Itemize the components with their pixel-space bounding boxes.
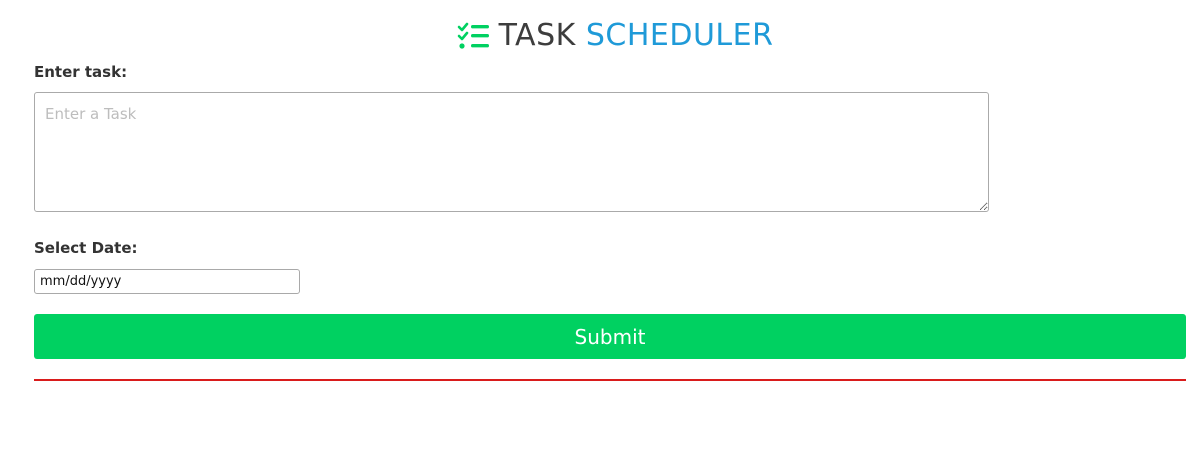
divider — [34, 379, 1186, 381]
date-label: Select Date: — [34, 239, 138, 257]
app-header: TASK SCHEDULER — [0, 16, 1198, 56]
task-list-icon — [457, 22, 489, 49]
page-title: TASK SCHEDULER — [499, 16, 774, 56]
date-input[interactable]: mm/dd/yyyy — [34, 269, 300, 294]
date-placeholder: mm/dd/yyyy — [40, 274, 122, 289]
task-label: Enter task: — [34, 63, 128, 81]
task-input[interactable] — [34, 92, 989, 212]
title-scheduler: SCHEDULER — [585, 18, 774, 53]
submit-button[interactable]: Submit — [34, 314, 1186, 359]
title-task: TASK — [498, 18, 576, 53]
